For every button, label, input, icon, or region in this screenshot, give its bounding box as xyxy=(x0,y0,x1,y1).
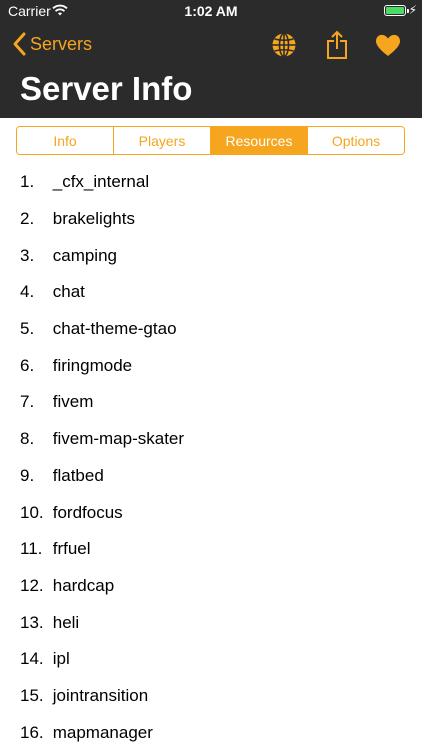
list-item[interactable]: 8. fivem-map-skater xyxy=(0,421,422,458)
list-item[interactable]: 10. fordfocus xyxy=(0,494,422,531)
item-name: fivem xyxy=(52,392,94,412)
item-name: chat-theme-gtao xyxy=(52,319,177,339)
item-name: frfuel xyxy=(52,539,91,559)
resources-list: 1. _cfx_internal 2. brakelights 3. campi… xyxy=(0,164,422,750)
back-button[interactable]: Servers xyxy=(10,30,92,58)
item-number: 16. xyxy=(20,722,44,742)
list-item[interactable]: 5. chat-theme-gtao xyxy=(0,311,422,348)
list-item[interactable]: 7. fivem xyxy=(0,384,422,421)
tab-info[interactable]: Info xyxy=(17,127,114,154)
item-number: 7. xyxy=(20,392,35,412)
item-number: 10. xyxy=(20,502,44,522)
item-number: 4. xyxy=(20,282,35,302)
list-item[interactable]: 2. brakelights xyxy=(0,201,422,238)
segmented-control: Info Players Resources Options xyxy=(16,126,405,155)
item-number: 12. xyxy=(20,575,44,595)
app-screen: Carrier 1:02 AM ⚡ Servers Server Info In… xyxy=(0,0,422,750)
status-time: 1:02 AM xyxy=(184,3,238,19)
list-item[interactable]: 9. flatbed xyxy=(0,458,422,495)
share-icon[interactable] xyxy=(322,30,352,60)
list-item[interactable]: 6. firingmode xyxy=(0,347,422,384)
item-name: flatbed xyxy=(52,465,104,485)
item-number: 3. xyxy=(20,245,35,265)
list-item[interactable]: 1. _cfx_internal xyxy=(0,164,422,201)
item-number: 11. xyxy=(20,539,43,559)
item-name: firingmode xyxy=(52,355,133,375)
item-name: ipl xyxy=(52,649,70,669)
list-item[interactable]: 16. mapmanager xyxy=(0,714,422,750)
navigation-bar: Servers Server Info xyxy=(0,22,422,118)
globe-icon[interactable] xyxy=(269,30,299,60)
item-name: heli xyxy=(52,612,80,632)
list-item[interactable]: 15. jointransition xyxy=(0,678,422,715)
list-item[interactable]: 11. frfuel xyxy=(0,531,422,568)
item-name: hardcap xyxy=(52,575,115,595)
item-number: 15. xyxy=(20,685,44,705)
item-number: 2. xyxy=(20,209,35,229)
tab-players[interactable]: Players xyxy=(114,127,211,154)
list-item[interactable]: 12. hardcap xyxy=(0,568,422,605)
item-number: 5. xyxy=(20,319,35,339)
item-number: 1. xyxy=(20,172,35,192)
list-item[interactable]: 4. chat xyxy=(0,274,422,311)
back-button-label: Servers xyxy=(30,33,93,54)
item-name: fivem-map-skater xyxy=(52,429,185,449)
list-item[interactable]: 3. camping xyxy=(0,237,422,274)
item-name: brakelights xyxy=(52,209,135,229)
status-bar: Carrier 1:02 AM ⚡ xyxy=(0,0,422,22)
item-name: chat xyxy=(52,282,85,302)
list-item[interactable]: 14. ipl xyxy=(0,641,422,678)
item-name: camping xyxy=(52,245,117,265)
item-name: _cfx_internal xyxy=(52,172,150,192)
tab-options[interactable]: Options xyxy=(308,127,404,154)
item-name: jointransition xyxy=(52,685,149,705)
heart-icon[interactable] xyxy=(373,30,403,60)
item-number: 14. xyxy=(20,649,44,669)
list-item[interactable]: 13. heli xyxy=(0,604,422,641)
tab-resources[interactable]: Resources xyxy=(211,127,308,154)
item-number: 6. xyxy=(20,355,35,375)
item-number: 13. xyxy=(20,612,44,632)
battery-icon xyxy=(384,5,409,16)
item-number: 8. xyxy=(20,429,35,449)
item-name: mapmanager xyxy=(52,722,153,742)
page-title: Server Info xyxy=(20,70,193,107)
item-number: 9. xyxy=(20,465,35,485)
item-name: fordfocus xyxy=(52,502,123,522)
chevron-left-icon xyxy=(10,30,30,58)
charging-icon: ⚡ xyxy=(408,3,417,17)
